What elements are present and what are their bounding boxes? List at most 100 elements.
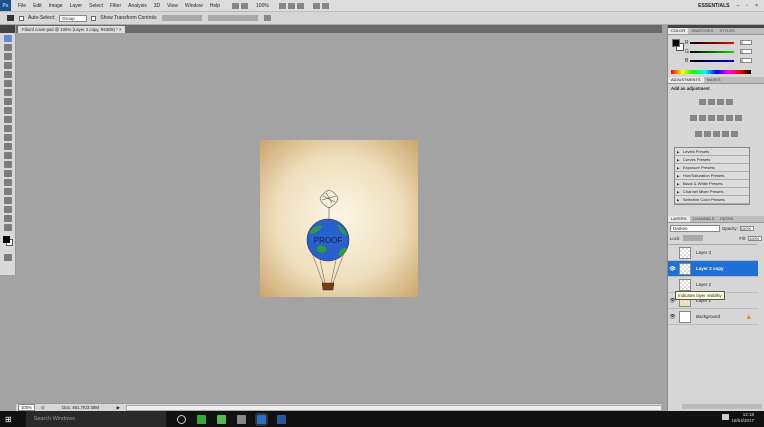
auto-align-icon[interactable] — [263, 15, 271, 21]
layer-row[interactable]: Layer 3 — [668, 245, 758, 261]
quick-selection-tool[interactable] — [4, 62, 12, 69]
menu-image[interactable]: Image — [49, 3, 63, 9]
zoom-tool[interactable] — [4, 224, 12, 231]
bridge-icon[interactable] — [232, 2, 240, 9]
black-white-icon[interactable] — [717, 115, 724, 121]
color-balance-icon[interactable] — [708, 115, 715, 121]
move-tool[interactable] — [4, 35, 12, 42]
hand-tool-icon[interactable] — [278, 2, 286, 9]
canvas-area[interactable]: PROOF — [16, 33, 662, 403]
workspace-switcher[interactable]: ESSENTIALS — [698, 3, 729, 9]
history-brush-tool[interactable] — [4, 116, 12, 123]
horizontal-scrollbar[interactable] — [125, 404, 662, 411]
lasso-tool[interactable] — [4, 53, 12, 60]
tab-masks[interactable]: MASKS — [704, 77, 724, 83]
tab-styles[interactable]: STYLES — [716, 28, 737, 34]
3d-orbit-tool[interactable] — [4, 206, 12, 213]
channel-b-value[interactable]: 0 — [740, 58, 752, 63]
pen-tool[interactable] — [4, 161, 12, 168]
word-taskbar-icon[interactable] — [276, 414, 286, 424]
align-icons[interactable] — [161, 15, 202, 21]
auto-select-dropdown[interactable]: Group — [59, 14, 88, 22]
menu-edit[interactable]: Edit — [33, 3, 42, 9]
menu-analysis[interactable]: Analysis — [128, 3, 147, 9]
menu-layer[interactable]: Layer — [70, 3, 83, 9]
eraser-tool[interactable] — [4, 125, 12, 132]
tab-color[interactable]: COLOR — [668, 28, 689, 34]
menu-help[interactable]: Help — [210, 3, 220, 9]
arrange-documents-icon[interactable] — [312, 2, 320, 9]
quick-mask-button[interactable] — [4, 254, 12, 261]
lock-icons[interactable] — [683, 235, 704, 241]
vibrance-icon[interactable] — [690, 115, 697, 121]
clock[interactable]: 12:18 18/04/2017 — [731, 412, 754, 424]
path-selection-tool[interactable] — [4, 179, 12, 186]
doc-info-icon[interactable]: ⊙ — [41, 405, 45, 411]
photoshop-taskbar-icon[interactable] — [254, 412, 268, 426]
tab-layers[interactable]: LAYERS — [668, 216, 690, 222]
healing-brush-tool[interactable] — [4, 89, 12, 96]
3d-rotate-tool[interactable] — [4, 197, 12, 204]
notification-icon[interactable] — [722, 414, 729, 420]
brush-tool[interactable] — [4, 98, 12, 105]
channel-b-slider[interactable] — [690, 59, 734, 62]
document-tab[interactable]: Fibonf cover.psd @ 100% (Layer 2 copy, R… — [18, 26, 126, 33]
preset-selective-color[interactable]: Selective Color Presets — [675, 196, 749, 204]
marquee-tool[interactable] — [4, 44, 12, 51]
brightness-icon[interactable] — [699, 99, 706, 105]
tab-channels[interactable]: CHANNELS — [690, 216, 718, 222]
show-transform-checkbox[interactable] — [91, 15, 97, 21]
channel-mixer-icon[interactable] — [735, 115, 742, 121]
menu-3d[interactable]: 3D — [154, 3, 160, 9]
minimize-button[interactable]: – — [737, 3, 740, 9]
move-tool-icon[interactable] — [7, 15, 14, 21]
dodge-tool[interactable] — [4, 152, 12, 159]
invert-icon[interactable] — [694, 131, 702, 137]
status-menu-arrow[interactable]: ▶ — [117, 405, 120, 411]
document-canvas[interactable]: PROOF — [260, 140, 418, 297]
menu-file[interactable]: File — [18, 3, 26, 9]
type-tool[interactable] — [4, 170, 12, 177]
preset-levels[interactable]: Levels Presets — [675, 148, 749, 156]
app-icon-2[interactable] — [216, 414, 226, 424]
foreground-color[interactable] — [3, 236, 10, 243]
selective-color-icon[interactable] — [730, 131, 738, 137]
app-icon-3[interactable] — [236, 414, 246, 424]
clone-stamp-tool[interactable] — [4, 107, 12, 114]
fill-field[interactable]: 100% — [748, 235, 762, 241]
restore-button[interactable]: ▫ — [746, 3, 748, 9]
opacity-field[interactable]: 100% — [739, 226, 754, 231]
levels-icon[interactable] — [708, 99, 715, 105]
menu-select[interactable]: Select — [89, 3, 103, 9]
windows-start-icon[interactable]: ⊞ — [5, 415, 12, 424]
shape-tool[interactable] — [4, 188, 12, 195]
gradient-tool[interactable] — [4, 134, 12, 141]
channel-g-slider[interactable] — [690, 50, 734, 53]
screen-mode-dropdown-icon[interactable] — [321, 2, 329, 9]
preset-exposure[interactable]: Exposure Presets — [675, 164, 749, 172]
color-swatches[interactable] — [0, 234, 15, 248]
eye-icon[interactable]: 👁 — [668, 314, 677, 320]
layer-row-selected[interactable]: 👁 Layer 2 copy — [668, 261, 758, 277]
zoom-level-dropdown[interactable]: 100% — [256, 3, 269, 9]
preset-black-white[interactable]: Black & White Presets — [675, 180, 749, 188]
foreground-swatch[interactable] — [672, 39, 680, 47]
layers-panel-footer-buttons[interactable] — [682, 404, 762, 409]
posterize-icon[interactable] — [703, 131, 711, 137]
curves-icon[interactable] — [717, 99, 724, 105]
blur-tool[interactable] — [4, 143, 12, 150]
app-icon-1[interactable] — [196, 414, 206, 424]
exposure-icon[interactable] — [726, 99, 733, 105]
tab-adjustments[interactable]: ADJUSTMENTS — [668, 77, 704, 83]
crop-tool[interactable] — [4, 71, 12, 78]
layer-row[interactable]: 👁 Background 🔒 — [668, 309, 758, 325]
task-view-icon[interactable] — [176, 414, 186, 424]
channel-r-slider[interactable] — [690, 41, 734, 44]
channel-r-value[interactable]: 0 — [740, 40, 752, 45]
channel-g-value[interactable]: 0 — [740, 49, 752, 54]
gradient-map-icon[interactable] — [721, 131, 729, 137]
status-zoom-field[interactable]: 100% — [18, 404, 35, 411]
photo-filter-icon[interactable] — [726, 115, 733, 121]
menu-window[interactable]: Window — [185, 3, 203, 9]
close-button[interactable]: × — [755, 3, 758, 9]
